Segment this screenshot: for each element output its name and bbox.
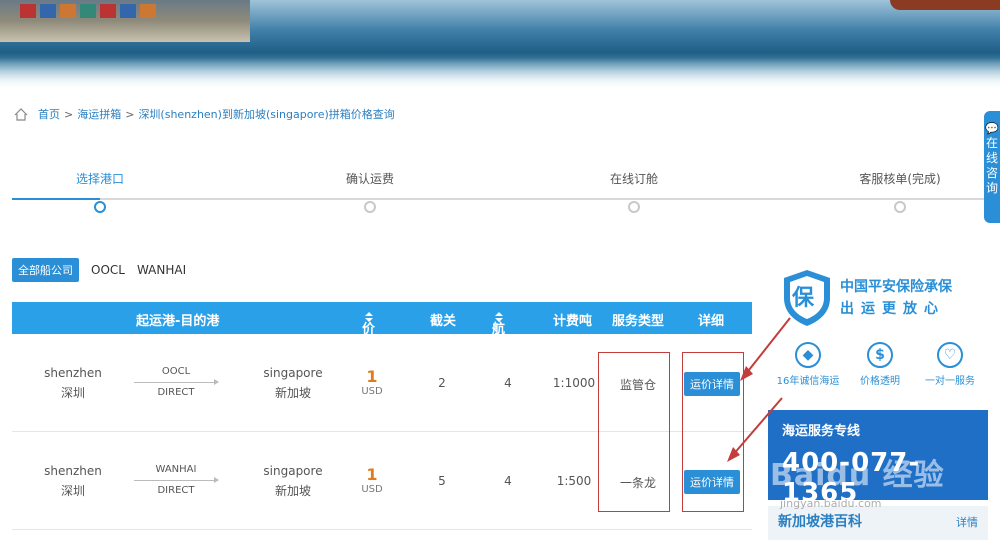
ratio-value: 1:1000 [552,376,596,390]
breadcrumb: 首页 > 海运拼箱 > 深圳(shenzhen)到新加坡(singapore)拼… [14,106,395,122]
progress-steps: 选择港口 确认运费 在线订舱 客服核单(完成) [12,170,987,213]
destination-port: singapore 新加坡 [260,461,326,501]
breadcrumb-separator: > [125,107,135,121]
step-confirm-freight: 确认运费 [310,170,430,213]
hotline-title: 海运服务专线 [782,424,861,439]
price-value: 1 [366,465,378,484]
step-label: 客服核单(完成) [859,172,941,186]
feature-label: 一对一服务 [925,376,975,387]
feature-honest-shipping: ◆ 16年诚信海运 [772,342,844,387]
destination-port: singapore 新加坡 [260,363,326,403]
step-dot [94,201,106,213]
step-label: 确认运费 [345,172,394,186]
baidu-watermark-url: jingyan.baidu.com [780,497,882,510]
chat-icon: 💬 [985,122,999,135]
origin-en: shenzhen [44,366,102,380]
diamond-icon: ◆ [795,342,821,368]
annotation-box-detail [682,352,744,512]
cutoff-value: 5 [438,474,446,488]
price: 1 USD [352,367,392,398]
feature-price-transparent: $ 价格透明 [844,342,916,387]
carrier-route: WANHAI DIRECT [134,463,219,498]
feature-one-on-one: ♡ 一对一服务 [914,342,986,387]
origin-port: shenzhen 深圳 [42,363,104,403]
header-cutoff: 截关 [430,314,457,329]
insurance-subtitle: 出运更放心 [840,301,945,317]
origin-port: shenzhen 深圳 [42,461,104,501]
step-dot [364,201,376,213]
cutoff-value: 2 [438,376,446,390]
step-dot [894,201,906,213]
voyage-value: 4 [504,376,512,390]
price: 1 USD [352,465,392,496]
online-consult-tab[interactable]: 💬 在线咨询 [984,111,1000,223]
breadcrumb-sea-lcl[interactable]: 海运拼箱 [77,106,121,122]
feature-label: 16年诚信海运 [776,376,840,387]
header-service: 服务类型 [612,314,665,329]
filter-all-carriers[interactable]: 全部船公司 [12,258,79,282]
route-mode: DIRECT [157,387,195,398]
header-route: 起运港-目的港 [136,314,220,329]
step-dot [628,201,640,213]
carrier-filter: 全部船公司 OOCL WANHAI [12,258,186,282]
ratio-value: 1:500 [556,474,592,488]
dest-en: singapore [263,464,323,478]
route-mode: DIRECT [157,485,195,496]
step-select-port: 选择港口 [40,170,160,213]
route-arrow-icon [134,477,219,483]
harbor-banner-image [0,0,1000,88]
wiki-more-link[interactable]: 详情 [956,514,978,530]
carrier-name: WANHAI [155,464,197,475]
heart-icon: ♡ [937,342,963,368]
header-ratio: 计费吨 [553,314,593,329]
price-currency: USD [361,386,383,397]
price-currency: USD [361,484,383,495]
carrier-route: OOCL DIRECT [134,365,219,400]
breadcrumb-separator: > [64,107,74,121]
insurance-title: 中国平安保险承保 [840,279,952,295]
header-detail: 详细 [698,314,725,329]
consult-label: 在线咨询 [986,136,999,195]
origin-cn: 深圳 [60,484,85,498]
filter-carrier-wanhai[interactable]: WANHAI [137,263,186,277]
step-label: 在线订舱 [609,172,658,186]
annotation-box-service [598,352,670,512]
header-price-sort[interactable]: 价格 [362,310,375,356]
singapore-port-wiki: 新加坡港百科 详情 [768,506,988,540]
dollar-icon: $ [867,342,893,368]
dest-cn: 新加坡 [274,386,311,400]
origin-cn: 深圳 [60,386,85,400]
insurance-panel: 保 中国平安保险承保 出运更放心 ◆ 16年诚信海运 $ 价格透明 ♡ 一对一服… [768,264,988,394]
feature-label: 价格透明 [860,376,900,387]
price-value: 1 [366,367,378,386]
route-arrow-icon [134,379,219,385]
step-label: 选择港口 [75,172,124,186]
breadcrumb-current[interactable]: 深圳(shenzhen)到新加坡(singapore)拼箱价格查询 [138,106,394,122]
insurance-badge: 保 [792,286,815,311]
header-voyage-sort[interactable]: 航程 [492,310,505,356]
dest-en: singapore [263,366,323,380]
dest-cn: 新加坡 [274,484,311,498]
wave-foam [0,58,1000,88]
breadcrumb-home[interactable]: 首页 [38,106,60,122]
filter-carrier-oocl[interactable]: OOCL [91,263,125,277]
container-port [0,0,250,42]
table-header: 起运港-目的港 价格 截关 航程 计费吨 服务类型 详细 [12,302,752,356]
step-service-check: 客服核单(完成) [840,170,960,213]
ship-hull [890,0,1000,10]
carrier-name: OOCL [161,366,191,377]
origin-en: shenzhen [44,464,102,478]
voyage-value: 4 [504,474,512,488]
wiki-title[interactable]: 新加坡港百科 [778,511,862,531]
home-icon[interactable] [14,107,28,121]
step-online-booking: 在线订舱 [574,170,694,213]
baidu-watermark: Baidu 经验 [770,458,945,493]
